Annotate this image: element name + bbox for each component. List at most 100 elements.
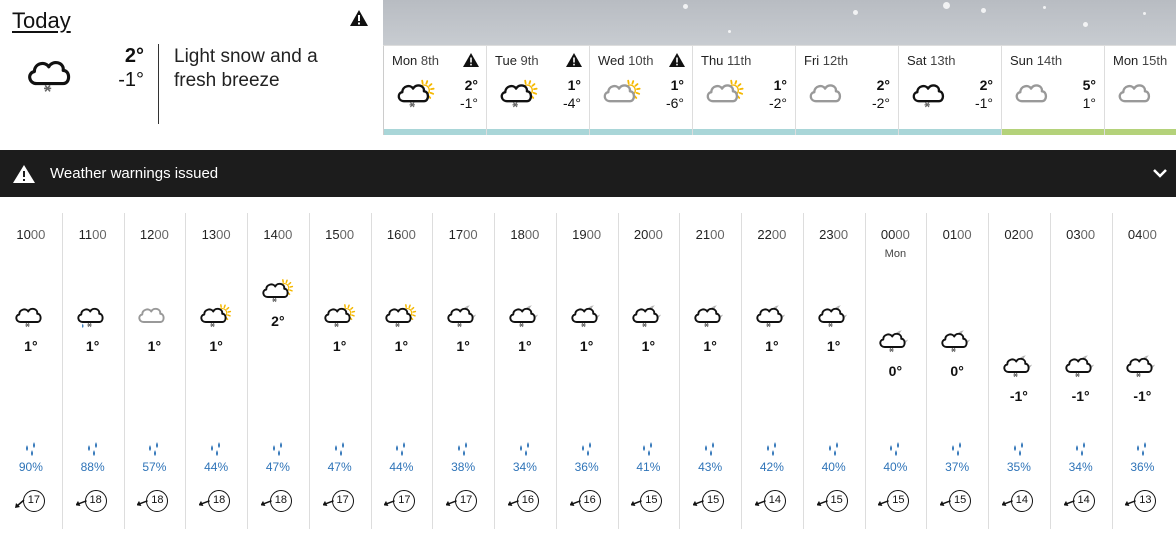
day-name: Mon 15th: [1113, 53, 1168, 68]
hour-temp: 1°: [765, 338, 779, 354]
wind-speed: 17: [384, 490, 418, 512]
today-title[interactable]: Today: [12, 8, 71, 34]
hour-temp: 1°: [518, 338, 532, 354]
hour-column[interactable]: 0400 -1° 36% 13: [1111, 213, 1174, 529]
hour-column[interactable]: 2300 1° 40% 15: [802, 213, 865, 529]
wind-speed: 14: [754, 490, 789, 512]
precipitation-chance: 57%: [142, 460, 167, 474]
hour-temp: 1°: [147, 338, 162, 354]
temperature-band: [693, 129, 795, 135]
rain-drops-icon: [581, 442, 591, 456]
cloud-snow-moon-icon: [812, 301, 852, 331]
day-tab[interactable]: Mon 8th 2° -1°: [383, 46, 486, 135]
day-tab[interactable]: Sat 13th 2° -1°: [898, 46, 1001, 135]
wind-speed: 13: [1125, 490, 1159, 512]
precipitation-chance: 35%: [1006, 460, 1031, 474]
wind-speed-value: 18: [208, 490, 231, 512]
temperature-band: [1105, 129, 1176, 135]
hour-column[interactable]: 2000 1° 41% 15: [617, 213, 680, 529]
hour-column[interactable]: 1300 1° 44% 18: [185, 213, 247, 529]
cloud-snow-moon-icon: [935, 326, 975, 356]
day-temperatures: 2° -2°: [872, 76, 890, 112]
day-min-temp: -4°: [562, 95, 581, 111]
grey-cloud-icon: [802, 76, 850, 112]
hour-column[interactable]: 1700 1° 38% 17: [432, 213, 494, 529]
hour-time: 2300: [819, 227, 849, 242]
hour-column[interactable]: 1000 1° 90% 17: [0, 213, 62, 529]
wind-speed-value: 18: [146, 490, 169, 512]
day-min-temp: -2°: [768, 95, 787, 111]
temperature-band: [1002, 129, 1104, 135]
hour-column[interactable]: 1900 1° 36% 16: [555, 213, 618, 529]
hour-column[interactable]: 0000 Mon 0° 40% 15: [864, 213, 927, 529]
chevron-down-icon[interactable]: [1152, 165, 1168, 181]
hour-column[interactable]: 0200 -1° 35% 14: [988, 213, 1050, 529]
rain-drops-icon: [396, 442, 406, 456]
warning-triangle-icon: [566, 53, 582, 67]
wind-speed: 15: [940, 490, 974, 512]
rain-drops-icon: [25, 442, 35, 456]
temperature-band: [899, 129, 1001, 135]
grey-cloud-icon: [132, 301, 172, 331]
wind-speed-value: 15: [887, 490, 910, 512]
rain-drops-icon: [1075, 442, 1085, 456]
day-temperatures: 1° -2°: [769, 76, 787, 112]
day-tab[interactable]: Mon 15th: [1104, 46, 1176, 135]
wind-speed-value: 17: [455, 490, 478, 512]
day-temperatures: 2° -1°: [975, 76, 993, 112]
hour-column[interactable]: 1500 1° 47% 17: [308, 213, 371, 529]
rain-drops-icon: [952, 442, 962, 456]
wind-speed: 17: [14, 490, 48, 512]
hour-temp: 1°: [85, 338, 100, 354]
weather-warnings-bar[interactable]: Weather warnings issued: [0, 150, 1176, 197]
hour-column[interactable]: 1400 2° 47% 18: [247, 213, 309, 529]
hour-column[interactable]: 0100 0° 37% 15: [926, 213, 988, 529]
hour-column[interactable]: 1600 1° 44% 17: [370, 213, 433, 529]
precipitation-chance: 47%: [327, 460, 352, 474]
hour-column[interactable]: 1800 1° 34% 16: [494, 213, 556, 529]
day-min-temp: 1°: [1082, 95, 1096, 111]
precipitation-chance: 37%: [945, 460, 970, 474]
precipitation-chance: 44%: [204, 460, 229, 474]
rain-drops-icon: [766, 442, 776, 456]
hour-time: 1100: [78, 227, 107, 242]
day-name: Sun 14th: [1010, 53, 1063, 68]
wind-speed: 18: [260, 490, 295, 512]
wind-speed-value: 14: [1072, 490, 1095, 512]
day-tab[interactable]: Tue 9th 1° -4°: [486, 46, 589, 135]
precipitation-chance: 34%: [1068, 460, 1093, 474]
warning-triangle-icon: [463, 53, 479, 67]
day-tab[interactable]: Fri 12th 2° -2°: [795, 46, 898, 135]
day-tab[interactable]: Sun 14th 5° 1°: [1001, 46, 1104, 135]
day-name: Wed 10th: [598, 53, 654, 68]
day-name: Tue 9th: [495, 53, 539, 68]
rain-drops-icon: [890, 442, 900, 456]
day-tab[interactable]: Thu 11th 1° -2°: [692, 46, 795, 135]
precipitation-chance: 43%: [698, 460, 723, 474]
hour-temp: 1°: [703, 338, 717, 354]
day-min-temp: -1°: [974, 95, 993, 111]
wind-speed-value: 14: [763, 490, 786, 512]
hour-column[interactable]: 2200 1° 42% 14: [741, 213, 803, 529]
precipitation-chance: 38%: [451, 460, 476, 474]
precipitation-chance: 90%: [18, 460, 43, 474]
hour-column[interactable]: 1200 1° 57% 18: [123, 213, 186, 529]
day-name: Mon 8th: [392, 53, 439, 68]
hour-column[interactable]: 2100 1° 43% 15: [679, 213, 741, 529]
temperature-band: [487, 129, 589, 135]
precipitation-chance: 42%: [759, 460, 784, 474]
day-min-temp: -6°: [665, 95, 684, 111]
rain-drops-icon: [1137, 442, 1147, 456]
rain-drops-icon: [828, 442, 838, 456]
hour-temp: 1°: [209, 338, 223, 354]
today-max-temp: 2°: [124, 45, 144, 67]
hour-column[interactable]: 0300 -1° 34% 14: [1049, 213, 1112, 529]
rain-drops-icon: [1013, 442, 1023, 456]
hour-column[interactable]: 1100 1° 88% 18: [61, 213, 124, 529]
day-max-temp: 2°: [464, 77, 478, 93]
cloud-snow-sun-icon: [493, 76, 541, 112]
hour-temp: -1°: [1133, 388, 1152, 404]
hour-temp: 1°: [24, 338, 38, 354]
wind-speed-value: 13: [1134, 490, 1157, 512]
day-tab[interactable]: Wed 10th 1° -6°: [589, 46, 692, 135]
